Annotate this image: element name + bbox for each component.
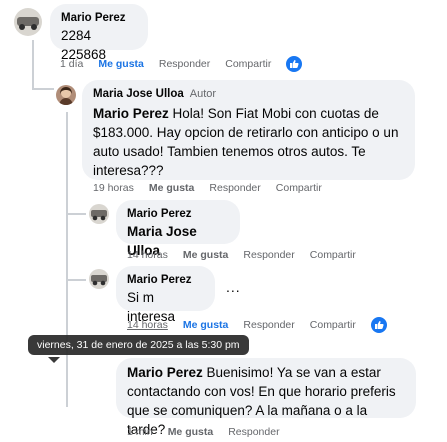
- avatar[interactable]: [89, 269, 109, 289]
- reply-button[interactable]: Responder: [228, 426, 279, 438]
- tooltip-arrow: [48, 357, 60, 363]
- comment-bubble: Maria Jose Ulloa Autor Mario Perez Hola! …: [82, 80, 415, 180]
- comment-time[interactable]: 14 horas: [127, 319, 168, 331]
- comment-author[interactable]: Mario Perez: [127, 273, 204, 288]
- comment-time[interactable]: 19 horas: [93, 182, 134, 194]
- like-button[interactable]: Me gusta: [183, 249, 229, 261]
- author-badge: Autor: [189, 88, 217, 100]
- like-icon[interactable]: [370, 317, 387, 333]
- reply-button[interactable]: Responder: [243, 319, 294, 331]
- like-icon[interactable]: [286, 56, 303, 72]
- like-button[interactable]: Me gusta: [183, 319, 229, 331]
- comment-time[interactable]: 1 min: [127, 426, 153, 438]
- comment-actions: 1 día Me gusta Responder Compartir: [60, 56, 303, 72]
- comment-time[interactable]: 1 día: [60, 58, 83, 70]
- comment-bubble: Mario Perez Maria Jose Ulloa: [116, 200, 240, 258]
- comment-actions: 19 horas Me gusta Responder Compartir: [93, 182, 337, 194]
- comment-time[interactable]: 14 horas: [127, 249, 168, 261]
- comment-bubble: Mario Perez Si m interesa: [116, 266, 215, 324]
- thread-line: [66, 112, 68, 407]
- share-button[interactable]: Compartir: [310, 319, 356, 331]
- comment-author[interactable]: Mario Perez: [61, 11, 137, 26]
- reply-button[interactable]: Responder: [159, 58, 210, 70]
- mention-link[interactable]: Mario Perez: [93, 106, 169, 121]
- comment-author[interactable]: Mario Perez: [127, 207, 229, 222]
- timestamp-tooltip: viernes, 31 de enero de 2025 a las 5:30 …: [28, 335, 249, 355]
- comment-actions: 1 min Me gusta Responder: [127, 426, 295, 438]
- comment-author[interactable]: Maria Jose Ulloa: [93, 88, 184, 100]
- avatar[interactable]: [89, 204, 109, 224]
- thread-connector: [66, 213, 86, 215]
- like-button[interactable]: Me gusta: [149, 182, 195, 194]
- avatar[interactable]: [56, 85, 76, 105]
- comment-actions: 14 horas Me gusta Responder Compartir: [127, 317, 387, 333]
- comment-actions: 14 horas Me gusta Responder Compartir: [127, 249, 371, 261]
- like-button[interactable]: Me gusta: [168, 426, 214, 438]
- share-button[interactable]: Compartir: [310, 249, 356, 261]
- share-button[interactable]: Compartir: [276, 182, 322, 194]
- comment-bubble: Mario Perez 2284 225868: [50, 4, 148, 62]
- like-button[interactable]: Me gusta: [98, 58, 144, 70]
- mention-link[interactable]: Mario Perez: [127, 365, 203, 380]
- comment-bubble: Mario Perez Buenisimo! Ya se van a estar…: [116, 358, 416, 437]
- more-options-button[interactable]: ...: [226, 279, 241, 295]
- thread-connector: [66, 279, 86, 281]
- thread-connector: [32, 88, 54, 90]
- avatar[interactable]: [14, 8, 42, 36]
- thread-line: [32, 40, 34, 90]
- reply-button[interactable]: Responder: [209, 182, 260, 194]
- comment-text: Mario Perez Hola! Son Fiat Mobi con cuot…: [93, 104, 404, 180]
- share-button[interactable]: Compartir: [225, 58, 271, 70]
- reply-button[interactable]: Responder: [243, 249, 294, 261]
